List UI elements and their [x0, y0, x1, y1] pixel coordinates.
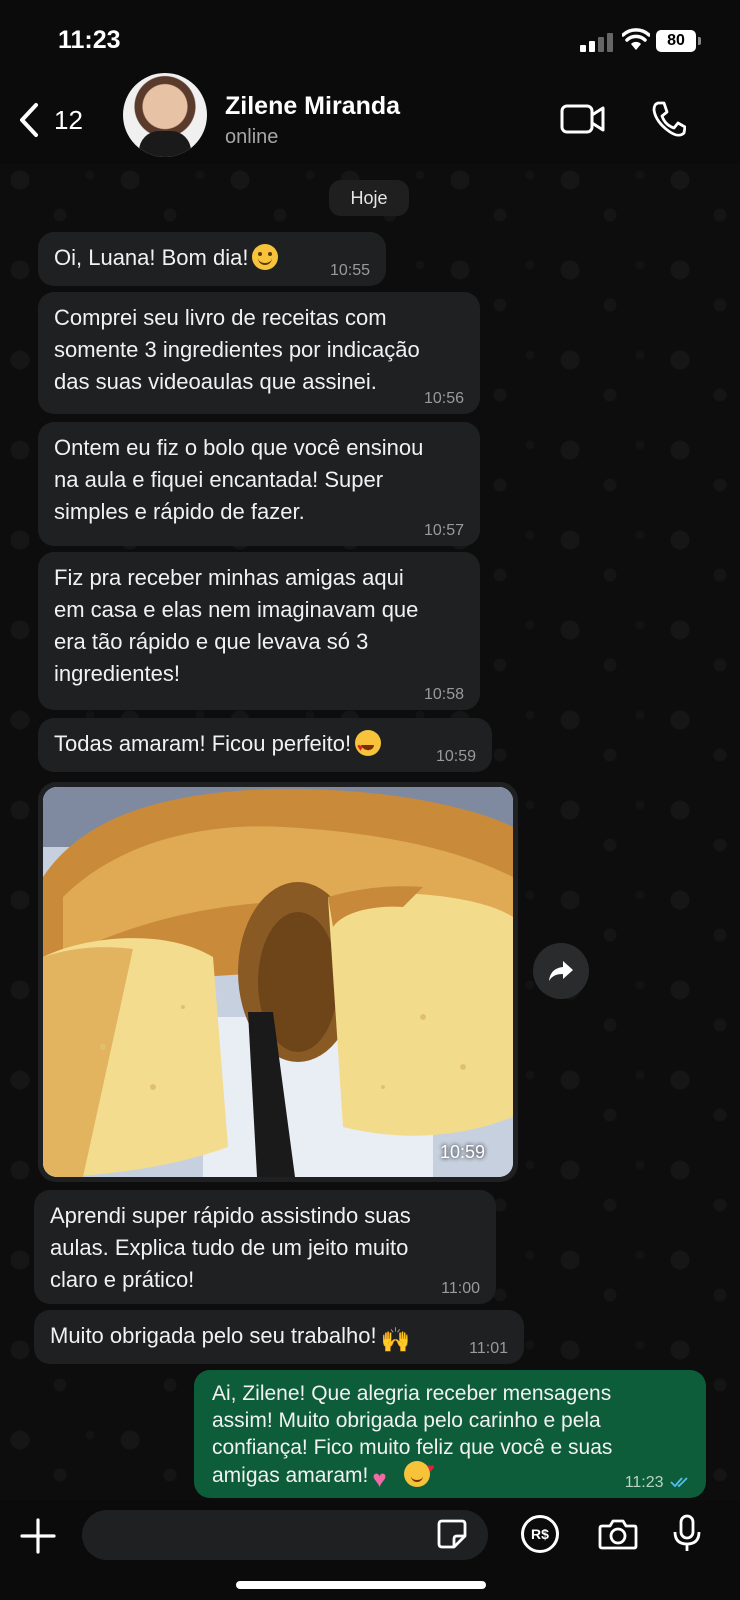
message-text: Muito obrigada pelo seu trabalho! — [50, 1323, 377, 1348]
message-bubble[interactable]: Oi, Luana! Bom dia! 10:55 — [38, 232, 386, 286]
home-indicator — [236, 1581, 486, 1589]
cellular-signal-icon — [580, 32, 614, 52]
microphone-icon[interactable] — [672, 1514, 702, 1554]
date-separator: Hoje — [329, 180, 409, 216]
contact-name[interactable]: Zilene Miranda — [225, 92, 400, 121]
forward-button[interactable] — [533, 943, 589, 999]
video-call-icon[interactable] — [560, 102, 606, 136]
raising-hands-icon: 🙌 — [380, 1327, 411, 1354]
photo-message[interactable]: 10:59 — [38, 782, 518, 1182]
message-text: Aprendi super rápido assistindo suas aul… — [50, 1203, 411, 1292]
heart-eyes-icon — [355, 730, 382, 764]
outgoing-message-bubble[interactable]: Ai, Zilene! Que alegria receber mensagen… — [194, 1370, 706, 1498]
message-bubble[interactable]: Comprei seu livro de receitas com soment… — [38, 292, 480, 414]
unread-count: 12 — [54, 104, 83, 135]
contact-status: online — [225, 126, 279, 148]
camera-icon[interactable] — [598, 1518, 638, 1550]
message-bubble[interactable]: Aprendi super rápido assistindo suas aul… — [34, 1190, 496, 1304]
battery-indicator: 80 — [656, 30, 701, 52]
message-time: 10:56 — [423, 390, 464, 407]
message-bubble[interactable]: Muito obrigada pelo seu trabalho! 🙌 11:01 — [34, 1310, 524, 1364]
message-bubble[interactable]: Todas amaram! Ficou perfeito! 10:59 — [38, 718, 492, 772]
plus-icon[interactable] — [20, 1518, 56, 1554]
smiling-face-with-hearts-icon — [404, 1455, 434, 1487]
avatar[interactable] — [123, 73, 207, 157]
cake-image — [43, 787, 513, 1177]
payment-button[interactable]: R$ — [521, 1515, 559, 1553]
message-text: Comprei seu livro de receitas com soment… — [54, 305, 420, 394]
back-button[interactable]: 12 — [18, 100, 88, 140]
message-text: Fiz pra receber minhas amigas aqui em ca… — [54, 565, 419, 686]
wifi-icon — [622, 28, 650, 50]
bundt-cake-photo[interactable]: 10:59 — [43, 787, 513, 1177]
phone-icon[interactable] — [650, 100, 686, 138]
pink-heart-icon: ♥ — [372, 1466, 387, 1493]
message-time: 10:59 — [435, 748, 476, 765]
smiling-face-icon — [252, 244, 279, 270]
chat-header: 12 Zilene Miranda online — [0, 73, 740, 164]
message-input[interactable] — [82, 1510, 488, 1560]
message-time: 11:23 — [625, 1474, 690, 1492]
message-time: 10:58 — [423, 686, 464, 703]
message-text: Todas amaram! Ficou perfeito! — [54, 731, 352, 756]
read-receipt-icon — [670, 1477, 688, 1488]
clock: 11:23 — [58, 26, 121, 54]
message-time: 10:57 — [423, 522, 464, 539]
chevron-left-icon — [20, 103, 38, 137]
message-time: 11:01 — [469, 1340, 508, 1357]
message-time: 10:59 — [439, 1142, 485, 1162]
sticker-icon[interactable] — [436, 1518, 468, 1550]
message-text: Ontem eu fiz o bolo que você ensinou na … — [54, 435, 424, 524]
message-time: 10:55 — [329, 262, 370, 279]
message-bubble[interactable]: Ontem eu fiz o bolo que você ensinou na … — [38, 422, 480, 546]
message-text: Oi, Luana! Bom dia! — [54, 245, 249, 270]
message-bubble[interactable]: Fiz pra receber minhas amigas aqui em ca… — [38, 552, 480, 710]
message-composer: R$ — [0, 1500, 740, 1600]
forward-arrow-icon — [549, 961, 573, 981]
status-bar: 11:23 80 — [0, 0, 740, 80]
message-time: 11:00 — [441, 1280, 480, 1297]
